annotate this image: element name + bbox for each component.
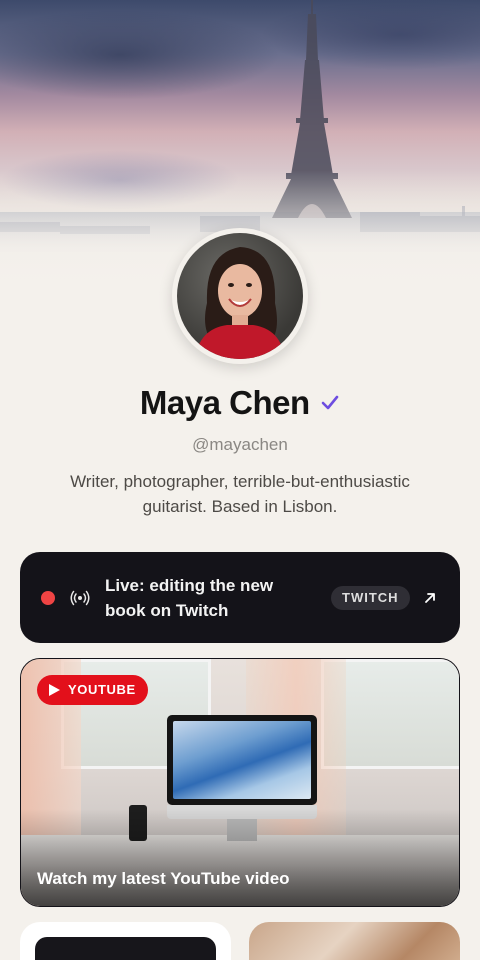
live-dot-icon [41, 591, 55, 605]
monitor [167, 715, 317, 805]
youtube-badge-label: YOUTUBE [68, 682, 136, 697]
profile-name: Maya Chen [139, 384, 310, 421]
play-icon [49, 684, 60, 696]
platform-badge-youtube: YOUTUBE [37, 675, 148, 705]
thumbnail-shade [21, 809, 459, 906]
verified-check-icon [321, 395, 339, 410]
avatar[interactable] [172, 228, 308, 364]
platform-badge-twitch: TWITCH [331, 586, 410, 610]
profile-name-row: Maya Chen [0, 384, 480, 422]
youtube-video-card[interactable]: YOUTUBE Watch my latest YouTube video [20, 658, 460, 907]
link-card-right[interactable] [249, 922, 460, 960]
profile-handle: @mayachen [192, 435, 288, 454]
link-card-left[interactable] [20, 922, 231, 960]
youtube-video-title: Watch my latest YouTube video [37, 869, 290, 888]
external-link-arrow-icon[interactable] [422, 590, 438, 606]
broadcast-icon [70, 590, 90, 606]
profile-bio: Writer, photographer, terrible-but-enthu… [70, 472, 410, 516]
avatar-photo [195, 247, 285, 359]
live-stream-title: Live: editing the new book on Twitch [105, 576, 274, 620]
link-card-left-thumbnail [35, 937, 216, 960]
live-stream-link-card[interactable]: Live: editing the new book on Twitch TWI… [20, 552, 460, 643]
